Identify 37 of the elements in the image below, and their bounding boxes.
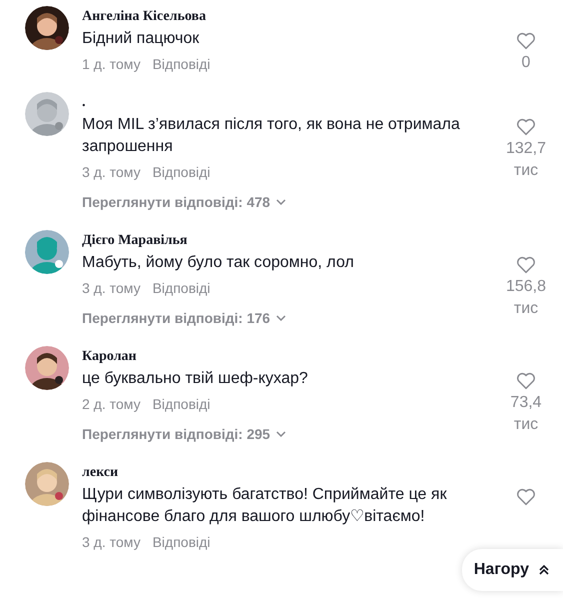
comment-author[interactable]: Каролан (82, 346, 503, 368)
heart-icon[interactable] (515, 370, 537, 392)
heart-icon[interactable] (515, 254, 537, 276)
comment-text: Щури символізують багатство! Сприймайте це як фінансове благо для вашого шлюбу♡вітаємо! (82, 485, 448, 527)
heart-icon[interactable] (515, 486, 537, 508)
view-replies-button[interactable]: Переглянути відповіді: 478 (82, 192, 286, 212)
reply-link[interactable]: Відповіді (152, 532, 210, 552)
comment-time: 2 д. тому (82, 395, 140, 414)
chevron-down-icon (276, 199, 286, 205)
chevron-down-icon (276, 431, 286, 437)
like-count: 73,4 тис (509, 393, 543, 435)
comment-time: 3 д. тому (82, 533, 140, 552)
reply-link[interactable]: Відповіді (152, 54, 210, 74)
double-chevron-up-icon (539, 565, 549, 575)
comment-time: 3 д. тому (82, 279, 140, 298)
heart-icon[interactable] (515, 116, 537, 138)
back-to-top-button[interactable]: Нагору (462, 549, 563, 591)
reply-link[interactable]: Відповіді (152, 394, 210, 414)
view-replies-button[interactable]: Переглянути відповіді: 295 (82, 424, 286, 444)
comment-time: 1 д. тому (82, 55, 140, 74)
comment-author[interactable]: Ангеліна Кісельова (82, 6, 503, 28)
comment-author[interactable]: . (82, 92, 503, 114)
comment-text: Моя MIL з’явилася після того, як вона не отримала запрошення (82, 115, 461, 157)
like-count: 132,7 тис (504, 139, 548, 181)
comment-text: Бідний пацючок (82, 29, 200, 49)
comment-time: 3 д. тому (82, 163, 140, 182)
comment-author[interactable]: лекси (82, 462, 503, 484)
comment-text: це буквально твій шеф-кухар? (82, 369, 309, 389)
like-count: 156,8 тис (504, 277, 548, 319)
reply-link[interactable]: Відповіді (152, 278, 210, 298)
heart-icon[interactable] (515, 30, 537, 52)
comment-text: Мабуть, йому було так соромно, лол (82, 253, 355, 273)
chevron-down-icon (276, 315, 286, 321)
like-count: 0 (520, 53, 532, 73)
comment-author[interactable]: Дієго Маравілья (82, 230, 503, 252)
reply-link[interactable]: Відповіді (152, 162, 210, 182)
view-replies-button[interactable]: Переглянути відповіді: 176 (82, 308, 286, 328)
